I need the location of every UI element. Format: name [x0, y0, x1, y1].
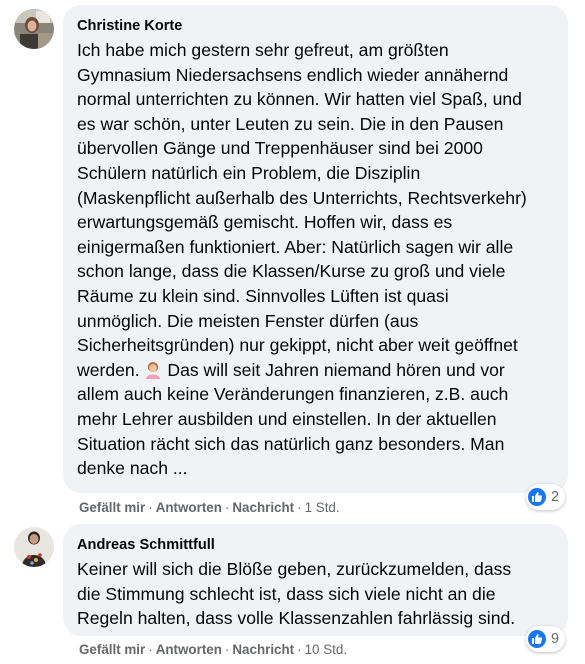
text-line: schon lange, dass die Klassen/Kurse zu g…: [77, 261, 506, 282]
text-line: Gymnasium Niedersachsens endlich wieder …: [77, 64, 509, 85]
separator: ·: [224, 642, 230, 657]
reply-link[interactable]: Antworten: [156, 642, 222, 657]
comment-text: Keiner will sich die Blöße geben, zurück…: [77, 557, 515, 631]
person-facepalming-emoji: [144, 361, 162, 379]
reaction-count: 2: [551, 489, 560, 505]
separator: ·: [224, 500, 230, 515]
message-link[interactable]: Nachricht: [232, 500, 294, 515]
like-link[interactable]: Gefällt mir: [79, 500, 145, 515]
comment-author[interactable]: Andreas Schmittfull: [77, 537, 215, 553]
comment-bubble: Christine Korte Ich habe mich gestern se…: [63, 5, 568, 493]
text-line: Keiner will sich die Blöße geben, zurück…: [77, 559, 512, 579]
comment-text: Ich habe mich gestern sehr gefreut, am g…: [77, 38, 527, 481]
text-line: Regeln halten, dass volle Klassenzahlen …: [77, 608, 516, 629]
timestamp[interactable]: 10 Std.: [305, 642, 347, 657]
thumbs-up-icon: [528, 488, 546, 506]
comment-actions: Gefällt mir · Antworten · Nachricht · 1 Std.: [79, 500, 340, 515]
thumbs-up-icon: [528, 630, 546, 648]
text-line: erwartungsgemäß gemischt. Hoffen wir, da…: [77, 212, 453, 233]
comment-actions: Gefällt mir · Antworten · Nachricht · 10 Std.: [79, 642, 347, 657]
comment-author[interactable]: Christine Korte: [77, 18, 182, 34]
text-line: Ich habe mich gestern sehr gefreut, am g…: [77, 40, 449, 60]
text-line: mehr Lehrer ausbilden und einstellen. In…: [77, 408, 497, 429]
reply-link[interactable]: Antworten: [156, 500, 222, 515]
text-line: einigermaßen funktioniert. Aber: Natürli…: [77, 236, 514, 257]
text-line: unmöglich. Die meisten Fenster dürfen (a…: [77, 310, 419, 331]
like-link[interactable]: Gefällt mir: [79, 642, 145, 657]
text-line: allem auch keine Veränderungen finanzier…: [77, 384, 509, 405]
separator: ·: [148, 642, 153, 657]
text-line: es war schön, unter Leuten zu sein. Die …: [77, 113, 504, 134]
text-segment: Das will seit Jahren niemand hören und v…: [167, 359, 505, 380]
timestamp[interactable]: 1 Std.: [305, 500, 340, 515]
reaction-summary[interactable]: 9: [526, 626, 566, 652]
text-line-with-emoji: werden. Das will seit Jahren niemand hör…: [77, 358, 527, 383]
text-line: Schülern natürlich ein Problem, die Disz…: [77, 162, 421, 183]
text-line: normal unterrichten zu können. Wir hatte…: [77, 89, 522, 110]
avatar[interactable]: [14, 527, 54, 567]
separator: ·: [148, 500, 153, 515]
reaction-summary[interactable]: 2: [526, 484, 566, 510]
text-line: Situation rächt sich das natürlich ganz …: [77, 433, 505, 454]
profile-photo: [14, 527, 54, 567]
text-segment: werden.: [77, 359, 140, 380]
separator: ·: [297, 642, 302, 657]
text-line: denke nach ...: [77, 458, 188, 479]
text-line: die Stimmung schlecht ist, dass sich vie…: [77, 583, 496, 604]
text-line: Sicherheitsgründen) nur gekippt, nicht a…: [77, 335, 518, 356]
text-line: übervollen Gänge und Treppenhäuser sind …: [77, 138, 483, 159]
message-link[interactable]: Nachricht: [232, 642, 294, 657]
reaction-count: 9: [551, 631, 560, 647]
profile-photo: [14, 9, 54, 49]
separator: ·: [297, 500, 302, 515]
comment-bubble: Andreas Schmittfull Keiner will sich die…: [63, 524, 568, 636]
avatar[interactable]: [14, 9, 54, 49]
text-line: (Maskenpflicht außerhalb des Unterrichts…: [77, 187, 527, 208]
text-line: Räume zu klein sind. Sinnvolles Lüften i…: [77, 285, 449, 306]
